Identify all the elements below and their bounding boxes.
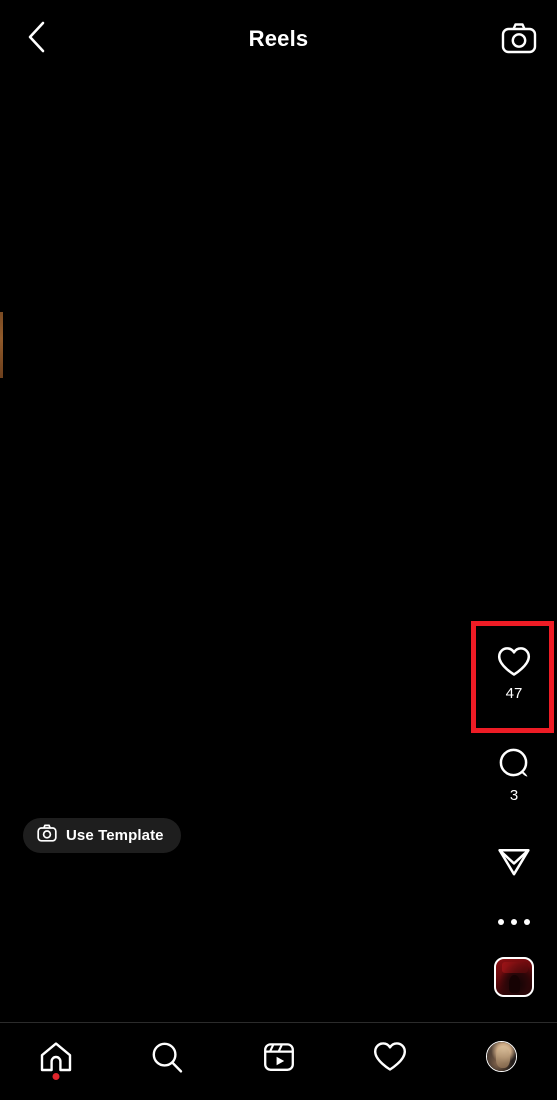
comment-bubble-icon xyxy=(498,740,531,786)
reels-icon xyxy=(263,1041,295,1078)
ellipsis-icon xyxy=(498,902,530,942)
camera-button[interactable] xyxy=(499,20,539,60)
more-options-button[interactable] xyxy=(471,902,557,942)
audio-thumbnail xyxy=(494,957,534,997)
nav-item-profile[interactable] xyxy=(446,1023,557,1100)
heart-icon xyxy=(373,1041,407,1077)
heart-icon xyxy=(497,638,531,684)
nav-item-reels[interactable] xyxy=(223,1023,334,1100)
page-title: Reels xyxy=(248,26,309,51)
comment-button[interactable]: 3 xyxy=(471,740,557,804)
bottom-navigation-bar xyxy=(0,1023,557,1100)
nav-item-home[interactable] xyxy=(0,1023,111,1100)
like-button[interactable]: 47 xyxy=(471,638,557,702)
camera-icon xyxy=(37,824,57,847)
reels-screen: Reels 47 3 Use Template xyxy=(0,0,557,1100)
like-count: 47 xyxy=(505,685,523,702)
home-notification-badge xyxy=(52,1073,60,1080)
use-template-label: Use Template xyxy=(66,827,164,844)
video-left-edge-sliver xyxy=(0,312,3,378)
avatar xyxy=(485,1041,517,1072)
camera-icon xyxy=(501,22,537,59)
nav-item-likes[interactable] xyxy=(334,1023,445,1100)
nav-item-search[interactable] xyxy=(111,1023,222,1100)
comment-count: 3 xyxy=(509,787,519,804)
audio-thumbnail-button[interactable] xyxy=(471,957,557,997)
share-button[interactable] xyxy=(471,838,557,884)
paper-plane-icon xyxy=(497,838,531,884)
use-template-button[interactable]: Use Template xyxy=(23,818,181,853)
header-bar: Reels xyxy=(0,0,557,78)
search-icon xyxy=(150,1041,184,1079)
